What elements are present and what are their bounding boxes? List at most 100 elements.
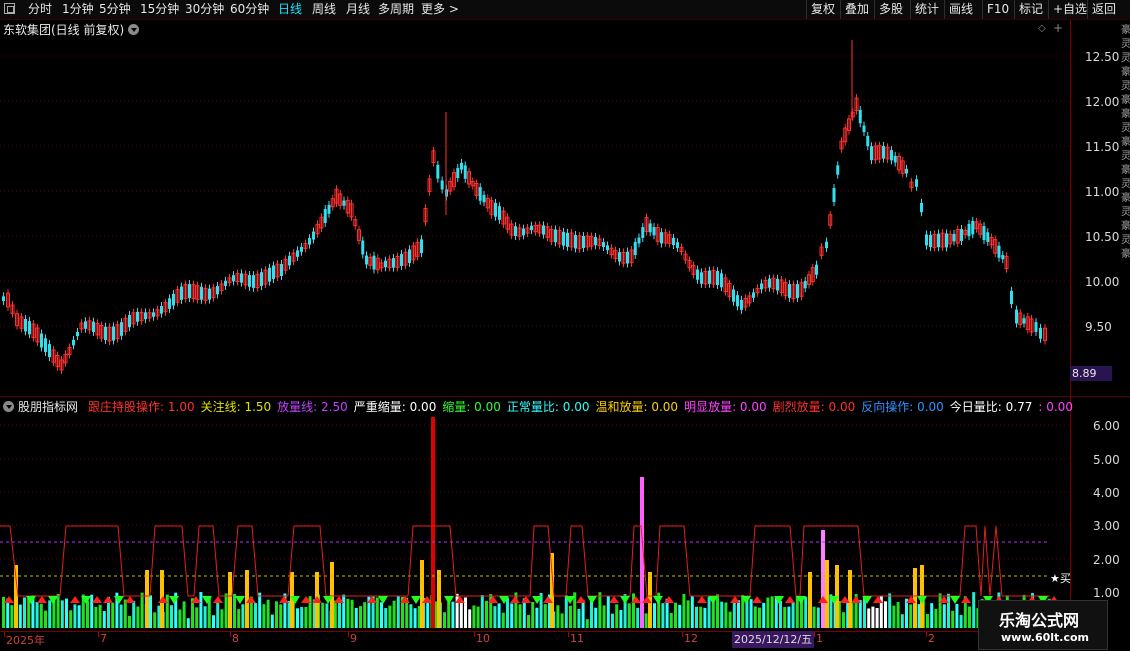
candle-body (248, 275, 251, 287)
volume-bar (888, 593, 892, 628)
volume-bar (518, 604, 522, 628)
volume-bar (98, 604, 102, 628)
volume-bar (942, 604, 946, 628)
candle-body (104, 326, 107, 341)
candle-body (796, 284, 799, 299)
indicator-tick-label: 2.00 (1093, 553, 1120, 567)
toolbar-button[interactable]: 返回 (1087, 0, 1123, 19)
volume-bar (737, 600, 740, 628)
volume-bar (140, 592, 144, 628)
date-tick-label: 2025年 (6, 634, 45, 647)
volume-bar (409, 604, 413, 628)
volume-bar (18, 604, 22, 628)
candle-body (240, 273, 243, 283)
volume-bar (926, 614, 929, 628)
candle-body (280, 264, 283, 276)
volume-bar (170, 605, 173, 628)
volume-bar (556, 605, 560, 628)
candle-body (136, 311, 139, 322)
volume-bar (90, 594, 94, 628)
candle-body (323, 208, 327, 223)
volume-bar (346, 598, 350, 628)
indicator-menu-icon[interactable] (3, 401, 14, 412)
indicator-item: 跟庄持股操作: 1.00 (88, 400, 195, 414)
volume-bar (203, 606, 207, 628)
candle-body (1034, 322, 1038, 332)
indicator-name[interactable]: 股朋指标网 (18, 400, 78, 414)
warm-volume-bar (145, 570, 149, 628)
candle-body (232, 275, 235, 282)
candle-body (937, 233, 940, 248)
candle-body (308, 238, 311, 245)
candle-body (925, 234, 928, 246)
volume-bar (951, 610, 955, 628)
volume-bar (535, 607, 539, 628)
volume-bar (451, 601, 455, 628)
up-triangle-marker (4, 596, 14, 603)
volume-bar (716, 594, 719, 628)
candle-body (152, 312, 155, 317)
volume-bar (279, 604, 283, 628)
volume-bar (905, 598, 908, 628)
volume-bar (867, 608, 871, 628)
candle-body (160, 306, 163, 314)
volume-bar (896, 602, 900, 628)
candle-body (463, 165, 467, 179)
volume-bar (598, 592, 602, 628)
candle-body (768, 278, 771, 288)
volume-bar (363, 602, 367, 628)
candle-body (128, 315, 131, 328)
volume-bar (413, 608, 417, 628)
volume-bar (875, 608, 879, 628)
candle-body (436, 164, 440, 179)
candle-body (606, 245, 609, 251)
volume-bar (938, 593, 942, 628)
volume-bar (270, 614, 274, 628)
volume-bar (594, 607, 598, 628)
volume-bar (77, 605, 81, 628)
volume-bar (111, 602, 115, 628)
volume-bar (909, 604, 913, 628)
candle-body (736, 295, 739, 307)
candle-body (815, 264, 818, 275)
indicator-item: 明显放量: 0.00 (684, 400, 767, 414)
volume-bar (842, 612, 845, 628)
volume-bar (459, 600, 463, 628)
volume-bar (686, 600, 690, 628)
candle-body (866, 135, 870, 147)
volume-bar (569, 605, 572, 628)
volume-bar (947, 593, 950, 628)
candle-body (594, 237, 597, 246)
volume-bar (753, 606, 757, 628)
warm-volume-bar (437, 570, 441, 628)
candle-body (180, 286, 183, 300)
candle-body (986, 232, 990, 242)
volume-bar (296, 608, 299, 628)
candle-body (952, 233, 956, 242)
volume-bar (321, 602, 325, 628)
candle-body (288, 255, 291, 266)
volume-bar (304, 606, 308, 628)
volume-bar (338, 599, 341, 628)
candle-body (672, 237, 675, 246)
volume-bar (480, 594, 484, 628)
volume-bar (443, 612, 446, 628)
volume-bar (300, 606, 304, 628)
candle-body (361, 240, 365, 255)
warm-volume-bar (808, 572, 812, 628)
volume-bar (779, 600, 782, 628)
candle-body (216, 286, 219, 295)
candle-body (882, 145, 885, 159)
indicator-item: 放量线: 2.50 (277, 400, 348, 414)
volume-bar (720, 601, 724, 628)
candle-body (720, 273, 723, 288)
date-tick (682, 632, 683, 637)
volume-bar (128, 615, 131, 628)
watermark: 乐淘公式网 www.60lt.com (978, 600, 1108, 650)
volume-bar (73, 604, 77, 628)
volume-bar (892, 605, 896, 628)
candle-body (112, 326, 115, 341)
candle-body (92, 321, 95, 333)
volume-bar (682, 593, 686, 628)
indicator-item: 缩量: 0.00 (442, 400, 501, 414)
